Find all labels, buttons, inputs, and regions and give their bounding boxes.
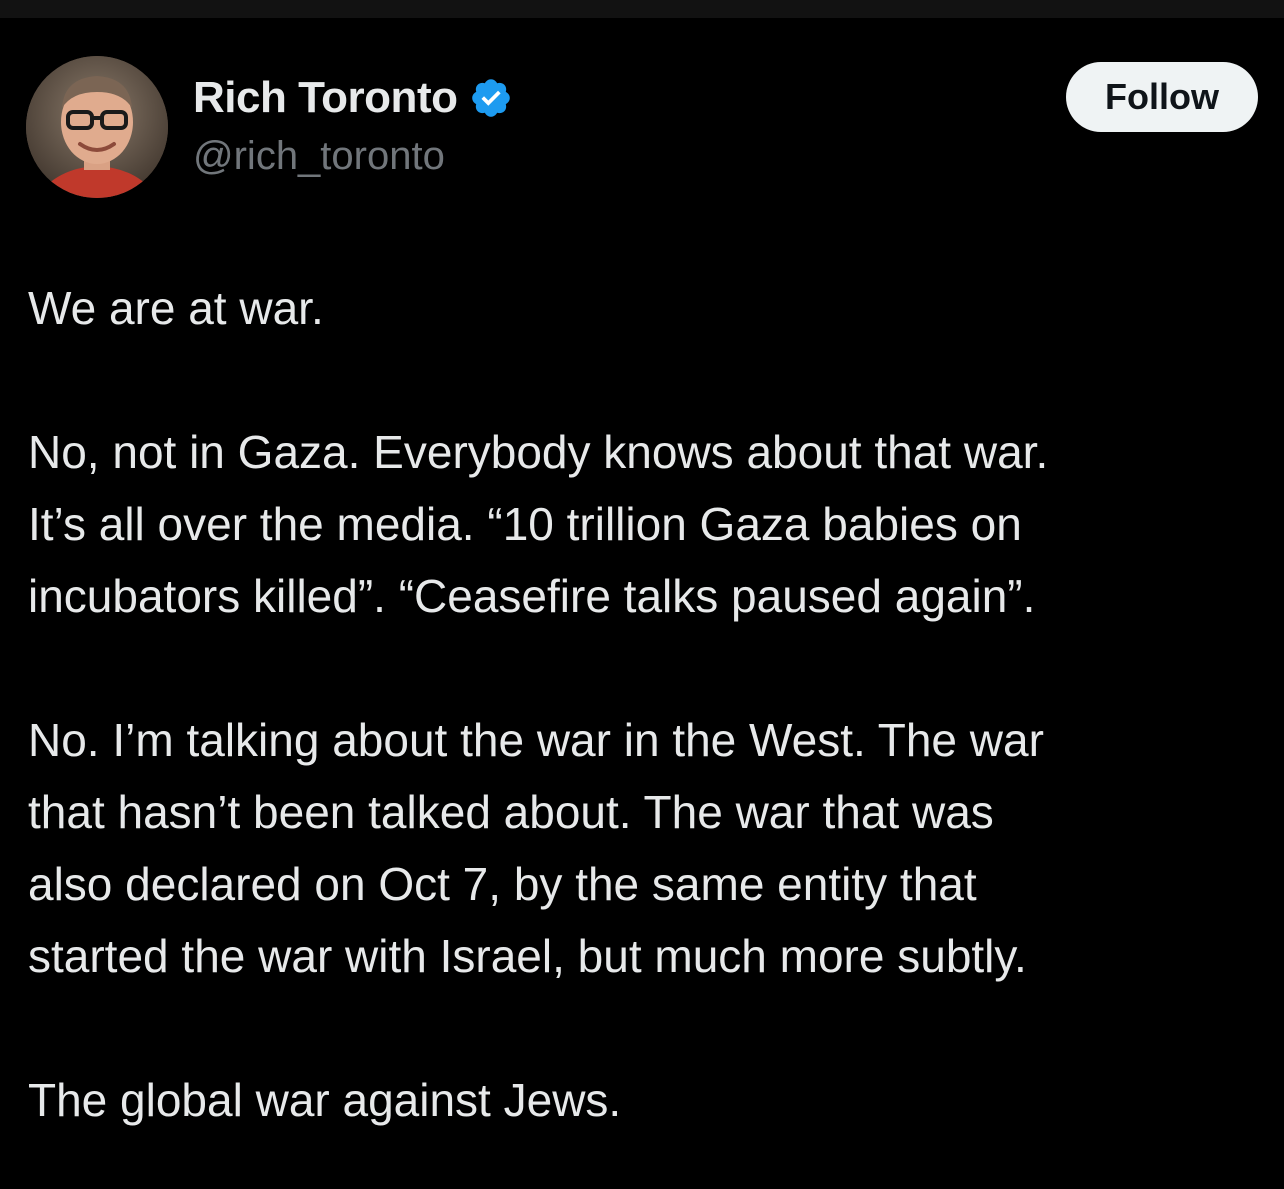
profile-photo-icon — [26, 56, 168, 198]
tweet-line: that hasn’t been talked about. The war t… — [28, 786, 994, 838]
tweet-paragraph: We are at war. — [28, 272, 1268, 344]
tweet-paragraph: No, not in Gaza. Everybody knows about t… — [28, 416, 1268, 632]
tweet-line: No, not in Gaza. Everybody knows about t… — [28, 426, 1049, 478]
tweet-header: Rich Toronto @rich_toronto Follow — [26, 56, 1258, 201]
top-bar — [0, 0, 1284, 18]
user-handle[interactable]: @rich_toronto — [193, 134, 445, 179]
tweet-line: We are at war. — [28, 282, 324, 334]
tweet-text: We are at war. No, not in Gaza. Everybod… — [28, 272, 1268, 1189]
tweet-line: It’s all over the media. “10 trillion Ga… — [28, 498, 1022, 550]
tweet-line: The global war against Jews. — [28, 1074, 622, 1126]
tweet-line: started the war with Israel, but much mo… — [28, 930, 1027, 982]
tweet-paragraph: No. I’m talking about the war in the Wes… — [28, 704, 1268, 992]
tweet-line: incubators killed”. “Ceasefire talks pau… — [28, 570, 1036, 622]
tweet-line: also declared on Oct 7, by the same enti… — [28, 858, 977, 910]
name-row: Rich Toronto — [193, 70, 513, 126]
tweet-paragraph: The global war against Jews. — [28, 1064, 1268, 1136]
verified-badge-icon — [469, 76, 513, 120]
avatar[interactable] — [26, 56, 168, 198]
follow-button[interactable]: Follow — [1066, 62, 1258, 132]
tweet-line: No. I’m talking about the war in the Wes… — [28, 714, 1044, 766]
display-name[interactable]: Rich Toronto — [193, 73, 458, 123]
